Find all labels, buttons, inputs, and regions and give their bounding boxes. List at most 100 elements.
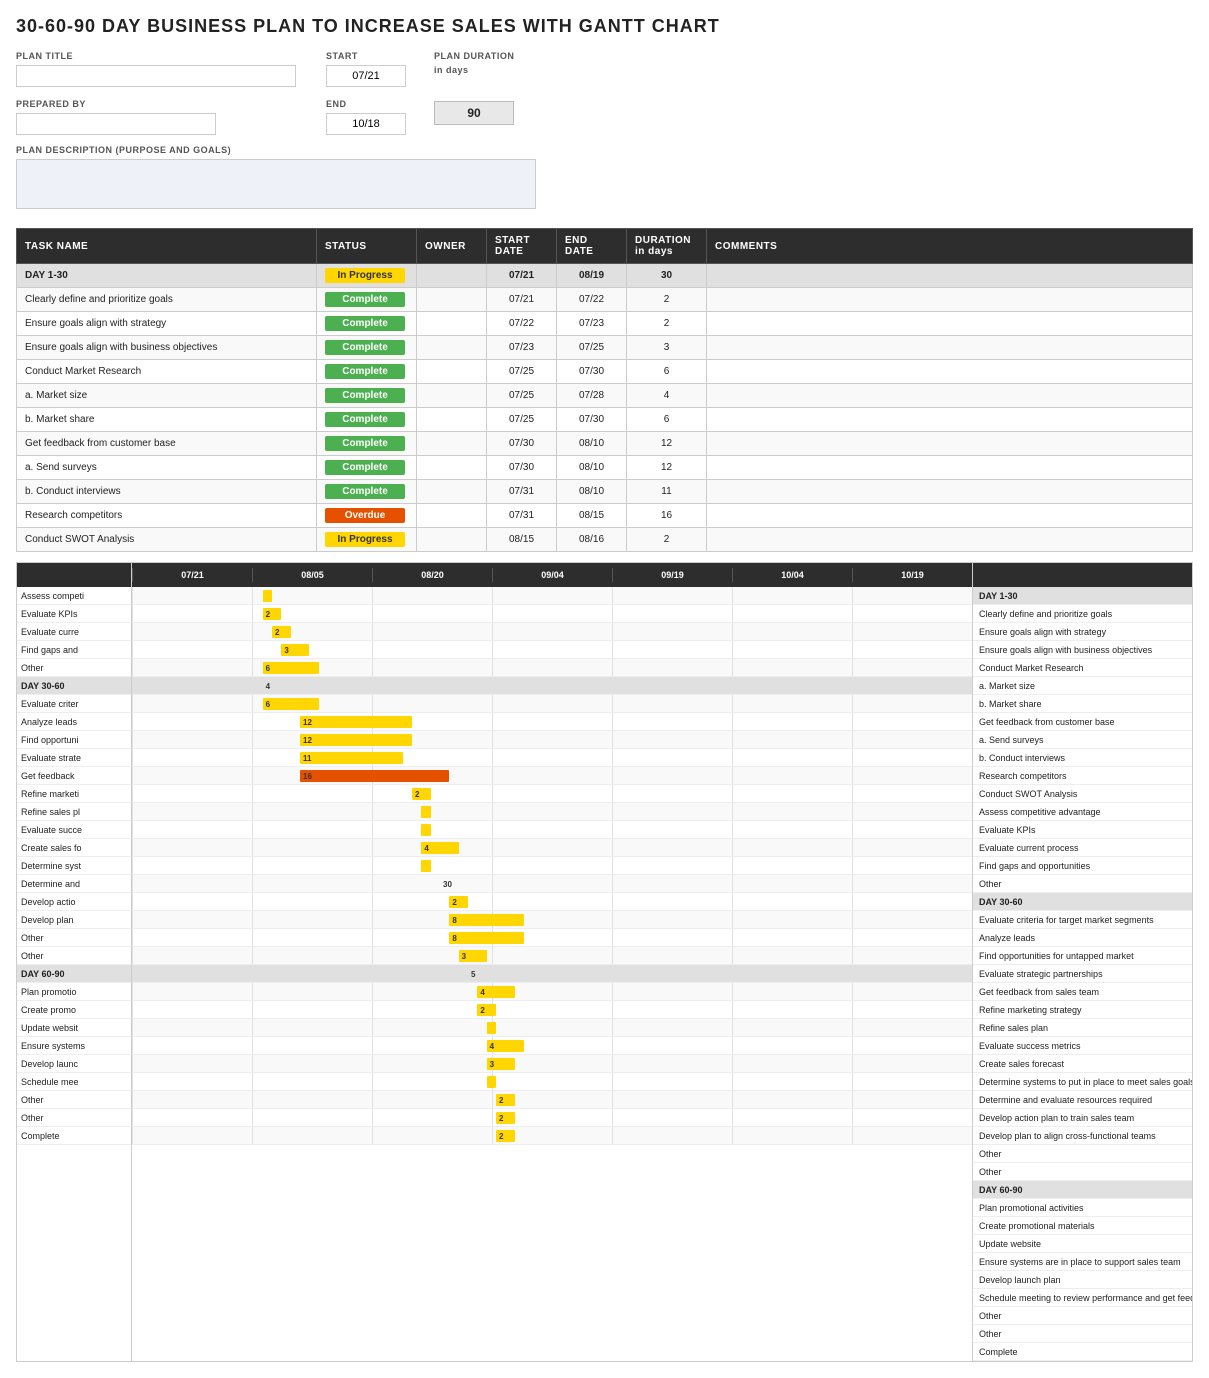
gantt-bar: 16 — [300, 770, 449, 782]
gantt-left-row: DAY 30-60 — [17, 677, 131, 695]
plan-desc-input[interactable] — [16, 159, 536, 209]
task-owner — [417, 528, 487, 552]
task-end: 07/30 — [557, 360, 627, 384]
gantt-body: 223646121211162430288354243222 — [132, 587, 972, 1145]
gantt-bar: 8 — [449, 932, 524, 944]
table-row: Conduct SWOT Analysis In Progress 08/15 … — [17, 528, 1193, 552]
task-comments — [707, 384, 1193, 408]
gantt-left-row: Evaluate strate — [17, 749, 131, 767]
prepared-by-input[interactable] — [16, 113, 216, 135]
gantt-header-date: 10/19 — [852, 568, 972, 582]
table-row: Get feedback from customer base Complete… — [17, 432, 1193, 456]
task-start: 07/31 — [487, 480, 557, 504]
gantt-grid-line — [852, 677, 853, 694]
task-duration: 16 — [627, 504, 707, 528]
gantt-grid-line — [612, 911, 613, 928]
gantt-bar: 6 — [263, 698, 319, 710]
gantt-grid-line — [252, 1127, 253, 1144]
gantt-left-row: Develop launc — [17, 1055, 131, 1073]
gantt-header-date: 09/19 — [612, 568, 732, 582]
gantt-legend-row: Evaluate current process — [973, 839, 1192, 857]
gantt-bar — [421, 824, 430, 836]
gantt-grid-line — [372, 587, 373, 604]
gantt-bar: 5 — [468, 968, 515, 980]
gantt-legend-row: Assess competitive advantage — [973, 803, 1192, 821]
gantt-grid-line — [492, 893, 493, 910]
gantt-grid-line — [252, 731, 253, 748]
gantt-legend-row: Get feedback from customer base — [973, 713, 1192, 731]
gantt-grid-line — [372, 1055, 373, 1072]
gantt-grid-line — [372, 641, 373, 658]
gantt-body-row: 2 — [132, 1127, 972, 1145]
gantt-grid-line — [132, 947, 133, 964]
gantt-grid-line — [492, 749, 493, 766]
gantt-legend-row: Determine and evaluate resources require… — [973, 1091, 1192, 1109]
gantt-grid-line — [372, 1037, 373, 1054]
gantt-legend-row: Ensure goals align with strategy — [973, 623, 1192, 641]
status-badge: Overdue — [325, 508, 405, 523]
gantt-body-row: 3 — [132, 641, 972, 659]
end-input[interactable] — [326, 113, 406, 135]
gantt-grid-line — [132, 1037, 133, 1054]
task-status: Complete — [317, 384, 417, 408]
status-badge: Complete — [325, 484, 405, 499]
gantt-legend-row: Find gaps and opportunities — [973, 857, 1192, 875]
task-end: 07/23 — [557, 312, 627, 336]
gantt-grid-line — [732, 983, 733, 1000]
gantt-grid-line — [252, 677, 253, 694]
task-status: In Progress — [317, 528, 417, 552]
plan-title-input[interactable] — [16, 65, 296, 87]
gantt-body-row: 11 — [132, 749, 972, 767]
table-row: b. Market share Complete 07/25 07/30 6 — [17, 408, 1193, 432]
gantt-bar: 8 — [449, 914, 524, 926]
gantt-grid-line — [132, 803, 133, 820]
gantt-grid-line — [852, 587, 853, 604]
gantt-legend-row: Complete — [973, 1343, 1192, 1361]
gantt-grid-line — [492, 641, 493, 658]
gantt-left-header — [17, 563, 131, 587]
gantt-grid-line — [372, 1109, 373, 1126]
gantt-body-row — [132, 587, 972, 605]
gantt-body-row: 6 — [132, 695, 972, 713]
task-owner — [417, 432, 487, 456]
gantt-grid-line — [612, 605, 613, 622]
gantt-body-row — [132, 821, 972, 839]
gantt-grid-line — [492, 1091, 493, 1108]
task-end: 07/22 — [557, 288, 627, 312]
gantt-grid-line — [492, 587, 493, 604]
gantt-grid-line — [132, 1109, 133, 1126]
dates-section: START END PLAN DURATION in days 90 — [326, 51, 514, 135]
gantt-left-row: Develop plan — [17, 911, 131, 929]
gantt-grid-line — [852, 767, 853, 784]
gantt-body-row: 4 — [132, 677, 972, 695]
task-comments — [707, 528, 1193, 552]
gantt-chart-area: 07/2108/0508/2009/0409/1910/0410/19 2236… — [132, 563, 972, 1361]
task-end: 08/19 — [557, 264, 627, 288]
gantt-grid-line — [612, 1073, 613, 1090]
task-status: Complete — [317, 288, 417, 312]
gantt-grid-line — [852, 695, 853, 712]
start-input[interactable] — [326, 65, 406, 87]
task-comments — [707, 432, 1193, 456]
gantt-legend-row: a. Send surveys — [973, 731, 1192, 749]
plan-desc-label: PLAN DESCRIPTION (PURPOSE AND GOALS) — [16, 145, 1193, 155]
gantt-grid-line — [852, 839, 853, 856]
gantt-legend-row: Refine marketing strategy — [973, 1001, 1192, 1019]
gantt-legend-row: Plan promotional activities — [973, 1199, 1192, 1217]
task-duration: 2 — [627, 528, 707, 552]
gantt-grid-line — [852, 821, 853, 838]
gantt-bar: 4 — [487, 1040, 524, 1052]
task-duration: 3 — [627, 336, 707, 360]
gantt-bar — [421, 806, 430, 818]
gantt-grid-line — [252, 947, 253, 964]
gantt-header-date: 08/05 — [252, 568, 372, 582]
gantt-grid-line — [132, 821, 133, 838]
gantt-grid-line — [132, 605, 133, 622]
gantt-legend-row: Other — [973, 875, 1192, 893]
gantt-legend-row: b. Market share — [973, 695, 1192, 713]
gantt-grid-line — [612, 1037, 613, 1054]
gantt-bar — [421, 860, 430, 872]
gantt-bar: 4 — [263, 680, 300, 692]
task-status: Complete — [317, 480, 417, 504]
gantt-left-row: Refine sales pl — [17, 803, 131, 821]
